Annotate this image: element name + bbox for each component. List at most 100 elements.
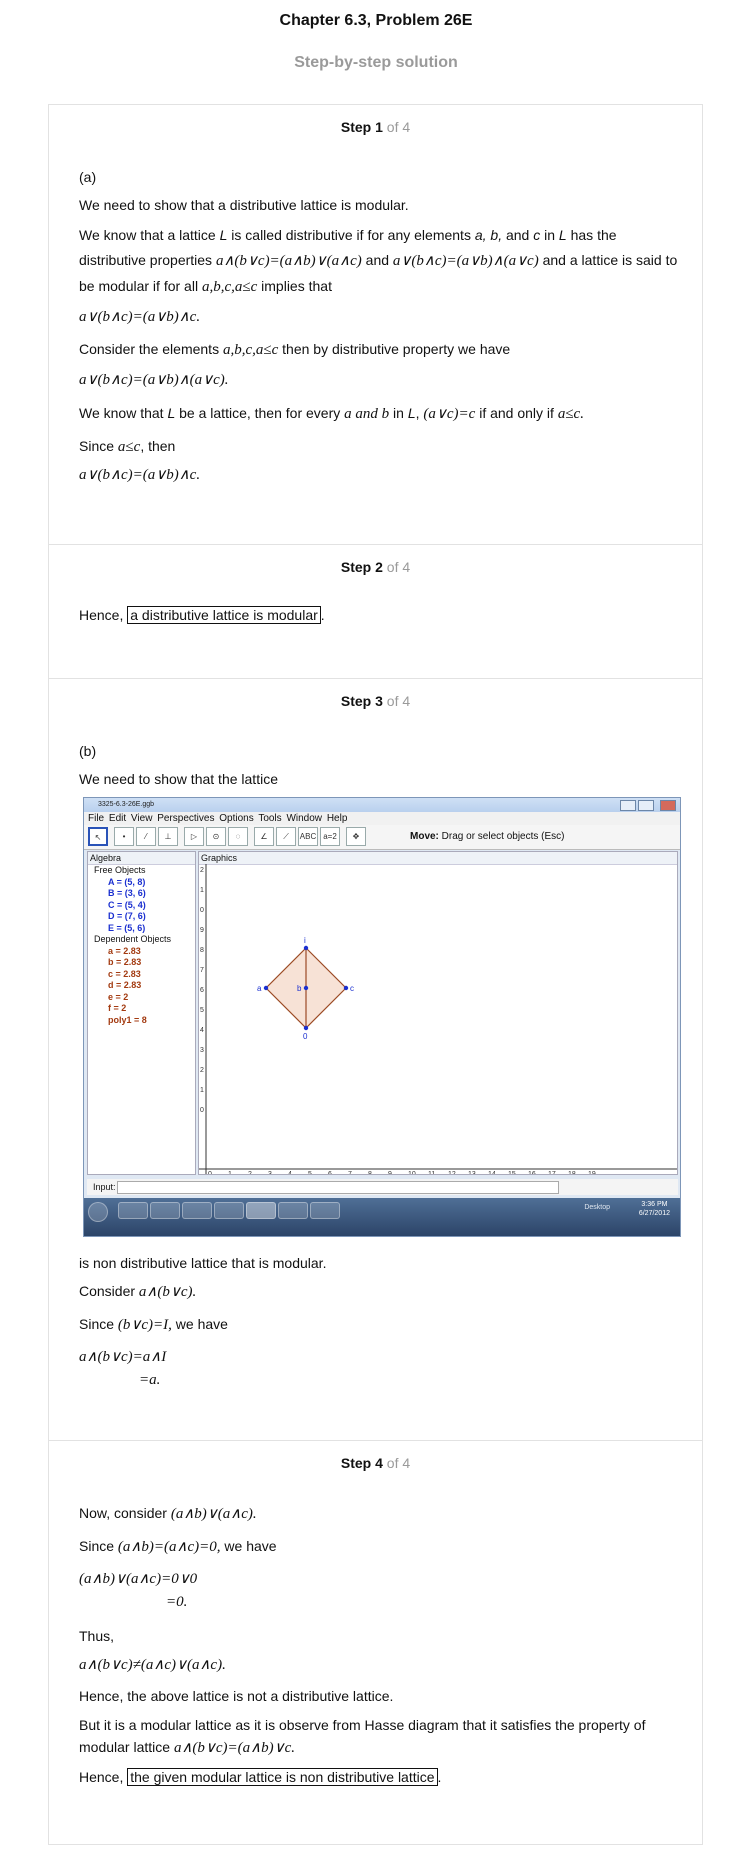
step-1-part: (a) — [79, 169, 97, 185]
circle-tool-icon[interactable]: ⊙ — [206, 827, 226, 846]
y-tick-label: 1 — [200, 887, 204, 894]
step-4-boxed-answer: the given modular lattice is non distrib… — [127, 1768, 438, 1786]
dependent-object[interactable]: b = 2.83 — [88, 957, 195, 969]
geogebra-task-icon[interactable] — [246, 1202, 276, 1219]
dependent-objects-group[interactable]: Dependent Objects — [88, 934, 195, 946]
dependent-object[interactable]: poly1 = 8 — [88, 1015, 195, 1027]
x-tick-label: 15 — [508, 1171, 516, 1174]
x-tick-label: 16 — [528, 1171, 536, 1174]
y-tick-label: 2 — [200, 1067, 204, 1074]
polygon-tool-icon[interactable]: ▷ — [184, 827, 204, 846]
free-object[interactable]: B = (3, 6) — [88, 888, 195, 900]
step-4-conclusion: Hence, the given modular lattice is non … — [79, 1768, 442, 1786]
close-icon[interactable] — [660, 800, 676, 811]
step-4-eq-line1: (a∧b)∨(a∧c)=0∨0 — [79, 1571, 198, 1587]
maximize-icon[interactable] — [638, 800, 654, 811]
menu-help[interactable]: Help — [327, 813, 348, 824]
point-left[interactable] — [263, 985, 269, 991]
tool-help-text: Move: Drag or select objects (Esc) — [410, 831, 565, 842]
menu-view[interactable]: View — [131, 813, 153, 824]
dependent-object[interactable]: d = 2.83 — [88, 980, 195, 992]
graphics-canvas[interactable]: 2109876543210 01234567891011121314151617… — [199, 864, 677, 1174]
step-1-definition: We know that a lattice L is called distr… — [79, 227, 678, 295]
label-b: b — [297, 984, 302, 993]
x-tick-label: 18 — [568, 1171, 576, 1174]
step-4-thus: Thus, — [79, 1628, 115, 1644]
menu-perspectives[interactable]: Perspectives — [157, 813, 214, 824]
menu-file[interactable]: File — [88, 813, 104, 824]
step-3-eq-line1: a∧(b∨c)=a∧I — [79, 1349, 167, 1365]
x-tick-label: 9 — [388, 1171, 392, 1174]
label-c: c — [350, 984, 354, 993]
dependent-object[interactable]: f = 2 — [88, 1003, 195, 1015]
circle-three-points-icon[interactable]: ◌ — [228, 827, 248, 846]
step-4-since: Since (a∧b)=(a∧c)=0, we have — [79, 1538, 277, 1555]
point-top[interactable] — [303, 945, 309, 951]
x-tick-label: 17 — [548, 1171, 556, 1174]
step-1-card: Step 1 of 4 (a) We need to show that a d… — [48, 104, 703, 544]
step-4-modular: But it is a modular lattice as it is obs… — [79, 1717, 646, 1756]
step-2-header: Step 2 of 4 — [340, 559, 411, 575]
menu-window[interactable]: Window — [286, 813, 322, 824]
firefox-icon[interactable] — [214, 1202, 244, 1219]
free-object[interactable]: A = (5, 8) — [88, 877, 195, 889]
dependent-object[interactable]: c = 2.83 — [88, 969, 195, 981]
y-tick-labels: 2109876543210 — [200, 867, 204, 1114]
slider-tool-icon[interactable]: a=2 — [320, 827, 340, 846]
move-tool-icon[interactable]: ↖ — [88, 827, 108, 846]
x-tick-label: 2 — [248, 1171, 252, 1174]
desktop-label[interactable]: Desktop — [584, 1204, 610, 1211]
step-3-intro: We need to show that the lattice — [79, 771, 278, 787]
free-object[interactable]: C = (5, 4) — [88, 900, 195, 912]
menu-tools[interactable]: Tools — [258, 813, 281, 824]
text-tool-icon[interactable]: ABC — [298, 827, 318, 846]
step-4-consider: Now, consider (a∧b)∨(a∧c). — [79, 1505, 257, 1522]
perpendicular-tool-icon[interactable]: ⊥ — [158, 827, 178, 846]
point-right[interactable] — [343, 985, 349, 991]
x-tick-label: 3 — [268, 1171, 272, 1174]
step-3-consider: Consider a∧(b∨c). — [79, 1283, 197, 1300]
line-tool-icon[interactable]: ⁄ — [136, 827, 156, 846]
x-tick-label: 5 — [308, 1171, 312, 1174]
menu-edit[interactable]: Edit — [109, 813, 126, 824]
minimize-icon[interactable] — [620, 800, 636, 811]
x-tick-label: 12 — [448, 1171, 456, 1174]
free-object[interactable]: D = (7, 6) — [88, 911, 195, 923]
step-3-after-figure: is non distributive lattice that is modu… — [79, 1255, 327, 1271]
taskbar-clock: 3:36 PM 6/27/2012 — [638, 1201, 670, 1217]
x-tick-label: 13 — [468, 1171, 476, 1174]
x-tick-label: 14 — [488, 1171, 496, 1174]
menu-bar: File Edit View Perspectives Options Tool… — [84, 812, 680, 825]
media-player-icon[interactable] — [150, 1202, 180, 1219]
graphics-view[interactable]: Graphics 2109876543210 01234567891011121… — [198, 851, 678, 1175]
powerpoint-icon[interactable] — [278, 1202, 308, 1219]
y-tick-label: 2 — [200, 867, 204, 874]
angle-tool-icon[interactable]: ∠ — [254, 827, 274, 846]
point-middle[interactable] — [303, 985, 309, 991]
dependent-object[interactable]: a = 2.83 — [88, 946, 195, 958]
move-view-tool-icon[interactable]: ✥ — [346, 827, 366, 846]
step-1-consider: Consider the elements a,b,c,a≤c then by … — [79, 341, 511, 358]
step-1-lattice-fact: We know that L be a lattice, then for ev… — [79, 405, 584, 422]
y-tick-label: 0 — [200, 1107, 204, 1114]
start-icon[interactable] — [88, 1202, 108, 1222]
explorer-icon[interactable] — [118, 1202, 148, 1219]
y-tick-label: 6 — [200, 987, 204, 994]
y-tick-label: 9 — [200, 927, 204, 934]
point-bottom[interactable] — [303, 1025, 309, 1031]
dependent-object[interactable]: e = 2 — [88, 992, 195, 1004]
ie-icon[interactable] — [182, 1202, 212, 1219]
input-field[interactable] — [117, 1181, 559, 1194]
free-object[interactable]: E = (5, 6) — [88, 923, 195, 935]
label-i: i — [304, 936, 306, 945]
step-1-eq-final: a∨(b∧c)=(a∨b)∧c. — [79, 467, 201, 483]
menu-options[interactable]: Options — [219, 813, 253, 824]
word-icon[interactable] — [310, 1202, 340, 1219]
y-tick-label: 0 — [200, 907, 204, 914]
y-tick-label: 1 — [200, 1087, 204, 1094]
free-objects-group[interactable]: Free Objects — [88, 865, 195, 877]
step-1-header: Step 1 of 4 — [340, 119, 411, 135]
point-tool-icon[interactable]: • — [114, 827, 134, 846]
x-tick-label: 7 — [348, 1171, 352, 1174]
reflect-tool-icon[interactable]: ⟋ — [276, 827, 296, 846]
